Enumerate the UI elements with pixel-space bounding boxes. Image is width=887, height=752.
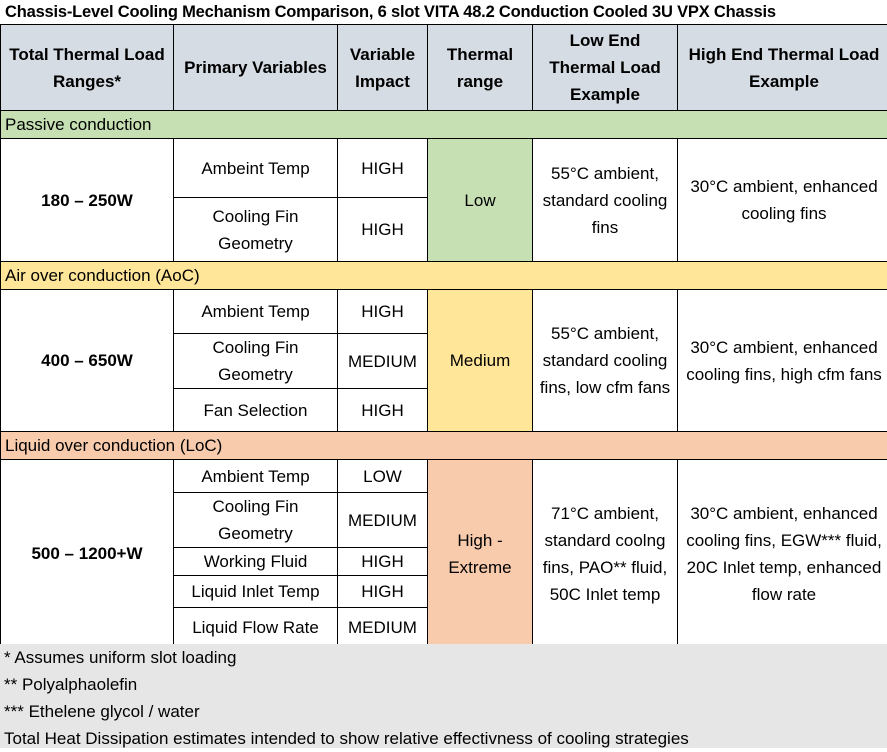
variable-impact: HIGH <box>338 290 428 334</box>
thermal-range: Low <box>428 139 533 262</box>
variable-impact: HIGH <box>338 389 428 432</box>
header-high-end-example: High End Thermal Load Example <box>678 25 887 111</box>
cooling-comparison-table: Total Thermal Load Ranges* Primary Varia… <box>0 24 887 648</box>
variable-impact: HIGH <box>338 198 428 262</box>
section-row-passive: Passive conduction <box>1 111 887 139</box>
footnote: *** Ethelene glycol / water <box>4 698 887 725</box>
variable-impact: HIGH <box>338 139 428 198</box>
table-title: Chassis-Level Cooling Mechanism Comparis… <box>0 0 887 24</box>
variable-impact: MEDIUM <box>338 493 428 548</box>
variable-name: Cooling Fin Geometry <box>174 493 338 548</box>
high-end-example: 30°C ambient, enhanced cooling fins, hig… <box>678 290 887 432</box>
table-row: 500 – 1200+W Ambient Temp LOW High - Ext… <box>1 460 887 493</box>
variable-name: Ambient Temp <box>174 460 338 493</box>
variable-name: Ambeint Temp <box>174 139 338 198</box>
header-low-end-example: Low End Thermal Load Example <box>533 25 678 111</box>
high-end-example: 30°C ambient, enhanced cooling fins <box>678 139 887 262</box>
footnote: ** Polyalphaolefin <box>4 671 887 698</box>
variable-name: Ambient Temp <box>174 290 338 334</box>
footnote: * Assumes uniform slot loading <box>4 644 887 671</box>
table-row: 180 – 250W Ambeint Temp HIGH Low 55°C am… <box>1 139 887 198</box>
header-variable-impact: Variable Impact <box>338 25 428 111</box>
header-load-ranges: Total Thermal Load Ranges* <box>1 25 174 111</box>
variable-name: Cooling Fin Geometry <box>174 198 338 262</box>
low-end-example: 71°C ambient, standard coolng fins, PAO*… <box>533 460 678 648</box>
header-thermal-range: Thermal range <box>428 25 533 111</box>
high-end-example: 30°C ambient, enhanced cooling fins, EGW… <box>678 460 887 648</box>
variable-impact: MEDIUM <box>338 334 428 389</box>
variable-name: Fan Selection <box>174 389 338 432</box>
low-end-example: 55°C ambient, standard cooling fins, low… <box>533 290 678 432</box>
thermal-range: Medium <box>428 290 533 432</box>
section-label: Liquid over conduction (LoC) <box>1 432 887 460</box>
section-label: Passive conduction <box>1 111 887 139</box>
section-row-loc: Liquid over conduction (LoC) <box>1 432 887 460</box>
variable-name: Working Fluid <box>174 548 338 576</box>
variable-name: Cooling Fin Geometry <box>174 334 338 389</box>
footnotes: * Assumes uniform slot loading ** Polyal… <box>0 644 887 748</box>
header-primary-variables: Primary Variables <box>174 25 338 111</box>
variable-impact: HIGH <box>338 576 428 608</box>
load-range: 400 – 650W <box>1 290 174 432</box>
variable-impact: HIGH <box>338 548 428 576</box>
section-row-aoc: Air over conduction (AoC) <box>1 262 887 290</box>
thermal-range: High - Extreme <box>428 460 533 648</box>
variable-impact: MEDIUM <box>338 608 428 648</box>
section-label: Air over conduction (AoC) <box>1 262 887 290</box>
load-range: 500 – 1200+W <box>1 460 174 648</box>
variable-name: Liquid Inlet Temp <box>174 576 338 608</box>
variable-impact: LOW <box>338 460 428 493</box>
variable-name: Liquid Flow Rate <box>174 608 338 648</box>
load-range: 180 – 250W <box>1 139 174 262</box>
table-row: 400 – 650W Ambient Temp HIGH Medium 55°C… <box>1 290 887 334</box>
low-end-example: 55°C ambient, standard cooling fins <box>533 139 678 262</box>
header-row: Total Thermal Load Ranges* Primary Varia… <box>1 25 887 111</box>
